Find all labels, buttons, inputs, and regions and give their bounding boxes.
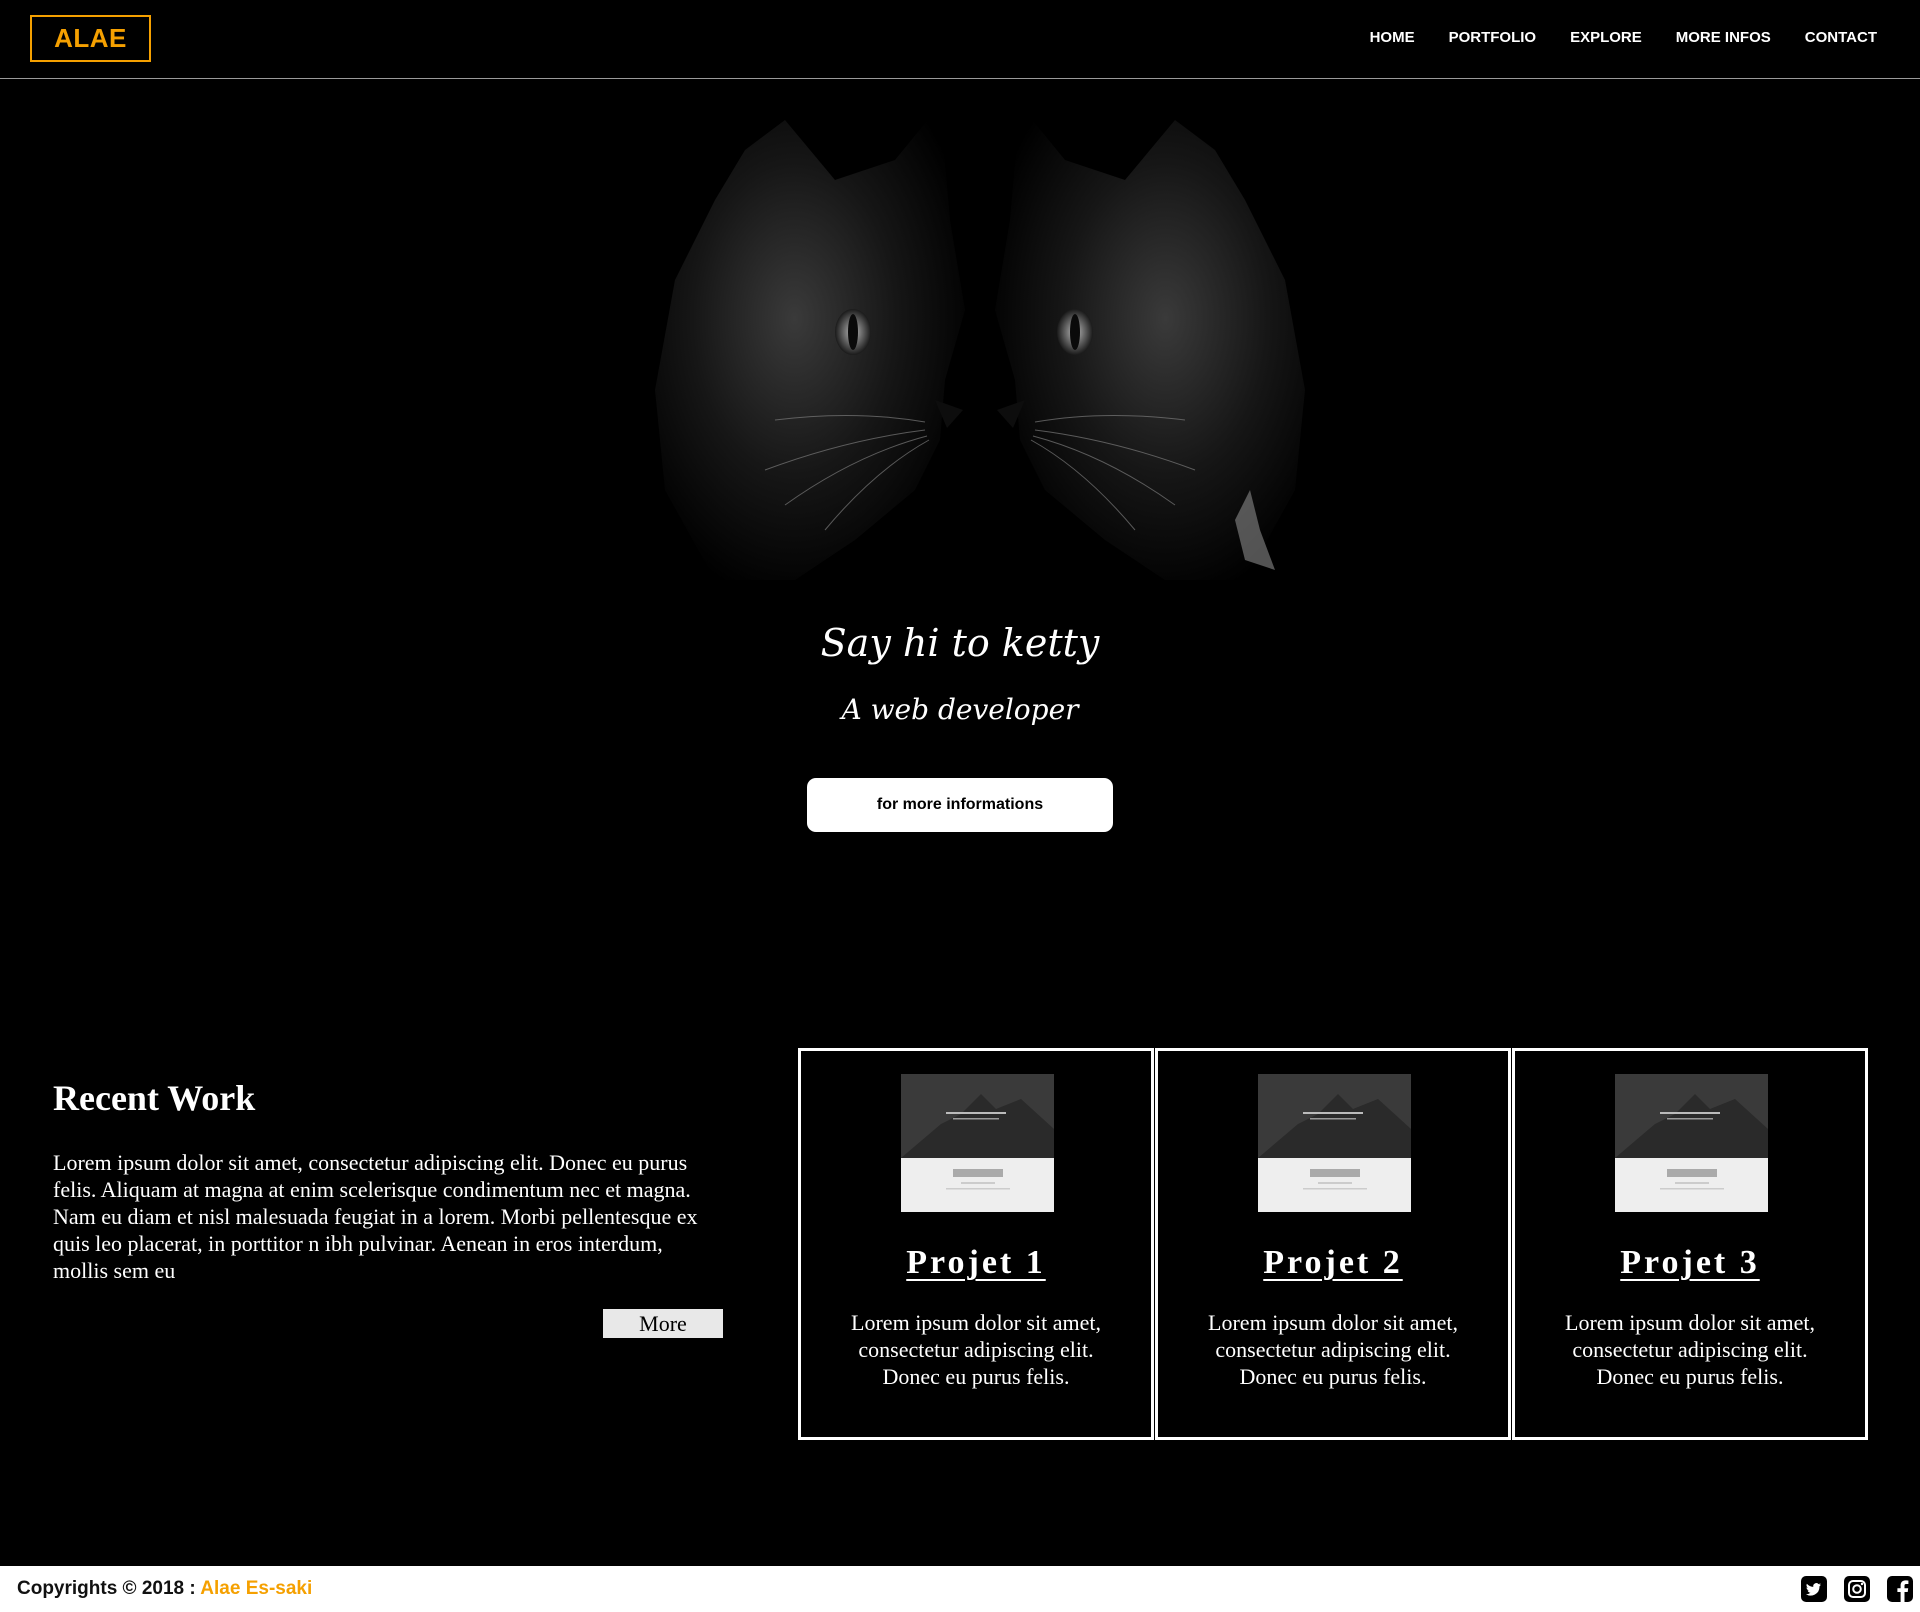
- project-card-3[interactable]: Projet 3 Lorem ipsum dolor sit amet, con…: [1512, 1048, 1868, 1440]
- more-informations-button[interactable]: for more informations: [807, 778, 1113, 832]
- hero-cats-image: [595, 110, 1365, 590]
- logo[interactable]: ALAE: [30, 15, 151, 62]
- project-3-title[interactable]: Projet 3: [1515, 1243, 1865, 1283]
- author-name[interactable]: Alae Es-saki: [200, 1578, 312, 1599]
- copyright-prefix: Copyrights © 2018 :: [17, 1578, 201, 1599]
- more-button[interactable]: More: [603, 1309, 723, 1338]
- twitter-icon[interactable]: [1800, 1575, 1828, 1603]
- project-3-thumbnail: [1615, 1074, 1768, 1212]
- project-card-1[interactable]: Projet 1 Lorem ipsum dolor sit amet, con…: [798, 1048, 1154, 1440]
- nav-more-infos[interactable]: MORE INFOS: [1676, 28, 1771, 48]
- nav-portfolio[interactable]: PORTFOLIO: [1449, 28, 1537, 48]
- recent-work-text: Lorem ipsum dolor sit amet, consectetur …: [53, 1150, 698, 1283]
- main-nav: HOME PORTFOLIO EXPLORE MORE INFOS CONTAC…: [1370, 28, 1877, 48]
- project-card-2[interactable]: Projet 2 Lorem ipsum dolor sit amet, con…: [1155, 1048, 1511, 1440]
- nav-explore[interactable]: EXPLORE: [1570, 28, 1642, 48]
- social-links: [1800, 1575, 1914, 1603]
- project-3-description: Lorem ipsum dolor sit amet, consectetur …: [1565, 1310, 1815, 1389]
- project-1-thumbnail: [901, 1074, 1054, 1212]
- project-2-description: Lorem ipsum dolor sit amet, consectetur …: [1208, 1310, 1458, 1389]
- project-2-title[interactable]: Projet 2: [1158, 1243, 1508, 1283]
- project-1-title[interactable]: Projet 1: [801, 1243, 1151, 1283]
- hero-subtitle: A web developer: [841, 693, 1079, 726]
- nav-home[interactable]: HOME: [1370, 28, 1415, 48]
- hero-title: Say hi to ketty: [820, 621, 1100, 665]
- recent-work-title: Recent Work: [53, 1078, 256, 1118]
- nav-contact[interactable]: CONTACT: [1805, 28, 1877, 48]
- projects-grid: Projet 1 Lorem ipsum dolor sit amet, con…: [798, 1048, 1868, 1440]
- site-header: ALAE HOME PORTFOLIO EXPLORE MORE INFOS C…: [0, 0, 1920, 79]
- project-2-thumbnail: [1258, 1074, 1411, 1212]
- copyright-text: Copyrights © 2018 : Alae Es-saki: [17, 1578, 312, 1600]
- facebook-icon[interactable]: [1886, 1575, 1914, 1603]
- site-footer: Copyrights © 2018 : Alae Es-saki: [0, 1566, 1920, 1612]
- instagram-icon[interactable]: [1843, 1575, 1871, 1603]
- project-1-description: Lorem ipsum dolor sit amet, consectetur …: [851, 1310, 1101, 1389]
